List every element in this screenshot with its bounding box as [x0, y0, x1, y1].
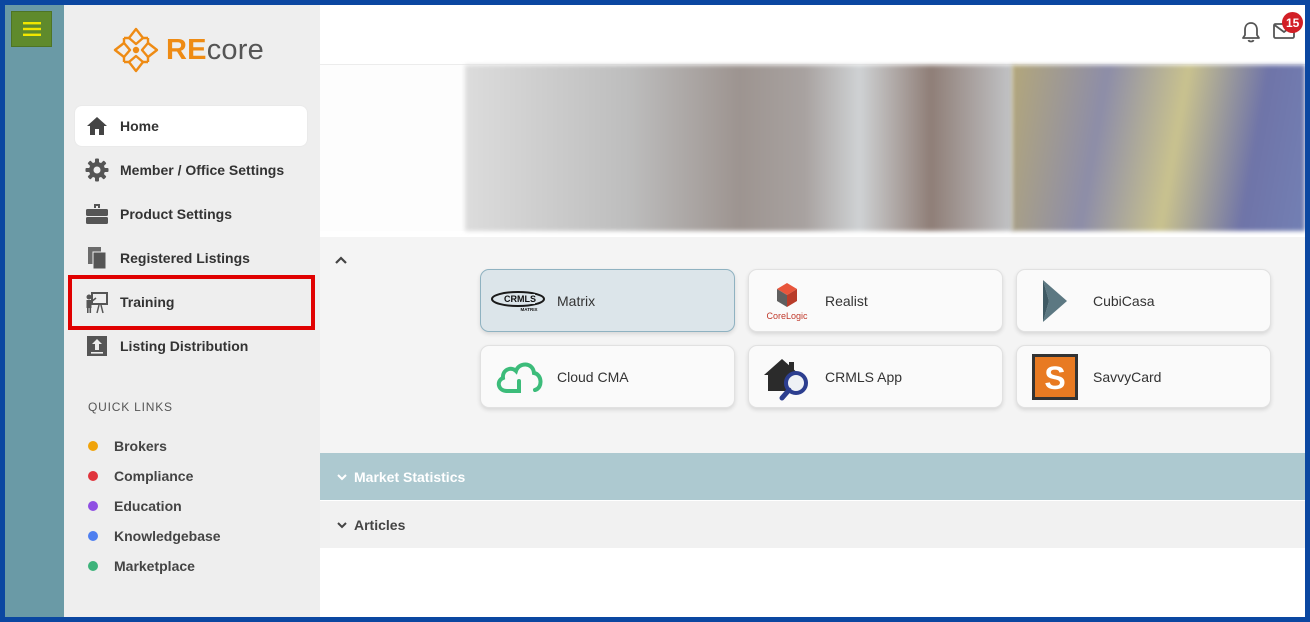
sidebar-item-label: Training — [120, 294, 175, 310]
documents-icon — [85, 246, 109, 270]
quick-links-list: Brokers Compliance Education Knowledgeba… — [88, 426, 221, 586]
presentation-icon — [85, 290, 109, 314]
sidebar-nav: Home Member / Office Settings Product Se… — [75, 106, 307, 370]
status-dot-icon — [88, 501, 98, 511]
app-card-label: CRMLS App — [825, 368, 903, 385]
app-card-label: SavvyCard — [1093, 368, 1162, 385]
cubicasa-logo — [1017, 276, 1093, 326]
toolbox-icon — [85, 202, 109, 226]
svg-text:MATRIX: MATRIX — [521, 307, 538, 312]
app-card-matrix[interactable]: CRMLS MATRIX Matrix — [480, 269, 735, 332]
app-window: REcore Home Member / Office Settings Pro… — [5, 5, 1305, 617]
app-card-label: Realist — [825, 292, 868, 309]
recore-emblem-icon — [113, 27, 159, 73]
app-card-cloud-cma[interactable]: Cloud CMA — [480, 345, 735, 408]
quick-links-title: QUICK LINKS — [88, 400, 173, 414]
sidebar-item-product-settings[interactable]: Product Settings — [75, 194, 307, 234]
quick-link-label: Compliance — [114, 468, 194, 484]
crmls-matrix-logo: CRMLS MATRIX — [481, 276, 557, 326]
top-bar: 15 — [320, 5, 1305, 65]
gear-icon — [85, 158, 109, 182]
status-dot-icon — [88, 471, 98, 481]
section-title: Market Statistics — [354, 468, 466, 485]
status-dot-icon — [88, 441, 98, 451]
sidebar-item-label: Product Settings — [120, 206, 233, 222]
sidebar-item-home[interactable]: Home — [75, 106, 307, 146]
section-title: Articles — [354, 516, 406, 533]
home-icon — [85, 114, 109, 138]
sidebar: REcore Home Member / Office Settings Pro… — [64, 5, 320, 617]
sidebar-item-label: Listing Distribution — [120, 338, 249, 354]
sidebar-item-member-office-settings[interactable]: Member / Office Settings — [75, 150, 307, 190]
market-statistics-section[interactable]: Market Statistics — [320, 453, 1305, 500]
sidebar-item-registered-listings[interactable]: Registered Listings — [75, 238, 307, 278]
quick-link-label: Marketplace — [114, 558, 195, 574]
banner-photo-right — [1012, 65, 1305, 231]
svg-text:CRMLS: CRMLS — [504, 294, 536, 304]
chevron-down-icon — [337, 521, 347, 528]
banner-image — [320, 65, 1305, 231]
hamburger-menu-button[interactable] — [11, 11, 52, 47]
status-dot-icon — [88, 561, 98, 571]
quick-link-label: Education — [114, 498, 182, 514]
upload-icon — [85, 334, 109, 358]
sidebar-item-label: Member / Office Settings — [120, 162, 285, 178]
sidebar-item-label: Home — [120, 118, 159, 134]
app-card-label: Matrix — [557, 292, 596, 309]
app-card-realist[interactable]: CoreLogic Realist — [748, 269, 1003, 332]
sidebar-item-listing-distribution[interactable]: Listing Distribution — [75, 326, 307, 366]
chevron-down-icon — [337, 473, 347, 480]
quick-link-label: Brokers — [114, 438, 167, 454]
bell-icon[interactable] — [1241, 21, 1261, 43]
chevron-up-icon[interactable] — [334, 255, 348, 265]
corelogic-logo: CoreLogic — [749, 276, 825, 326]
quick-link-label: Knowledgebase — [114, 528, 221, 544]
app-card-savvycard[interactable]: S SavvyCard — [1016, 345, 1271, 408]
app-card-label: Cloud CMA — [557, 368, 629, 385]
status-dot-icon — [88, 531, 98, 541]
apps-panel: CRMLS MATRIX Matrix CoreLogic Realist Cu… — [320, 237, 1305, 453]
svg-text:S: S — [1044, 360, 1065, 396]
cloud-cma-logo — [481, 352, 557, 402]
app-card-label: CubiCasa — [1093, 292, 1155, 309]
hamburger-icon — [22, 22, 41, 36]
quick-link-marketplace[interactable]: Marketplace — [88, 546, 221, 586]
articles-section[interactable]: Articles — [320, 501, 1305, 548]
crmls-app-logo — [749, 352, 825, 402]
sidebar-item-label: Registered Listings — [120, 250, 250, 266]
sidebar-item-training[interactable]: Training — [75, 282, 307, 322]
recore-wordmark: REcore — [166, 33, 264, 66]
recore-logo[interactable]: REcore — [112, 25, 264, 75]
savvycard-logo: S — [1017, 352, 1093, 402]
app-card-cubicasa[interactable]: CubiCasa — [1016, 269, 1271, 332]
main-content: 15 CRMLS MATRIX Matrix CoreLogic Realist… — [320, 5, 1305, 617]
svg-text:CoreLogic: CoreLogic — [766, 311, 808, 321]
app-card-crmls-app[interactable]: CRMLS App — [748, 345, 1003, 408]
banner-photo-left — [465, 65, 1013, 231]
notification-badge[interactable]: 15 — [1282, 12, 1304, 33]
left-rail — [5, 5, 64, 617]
